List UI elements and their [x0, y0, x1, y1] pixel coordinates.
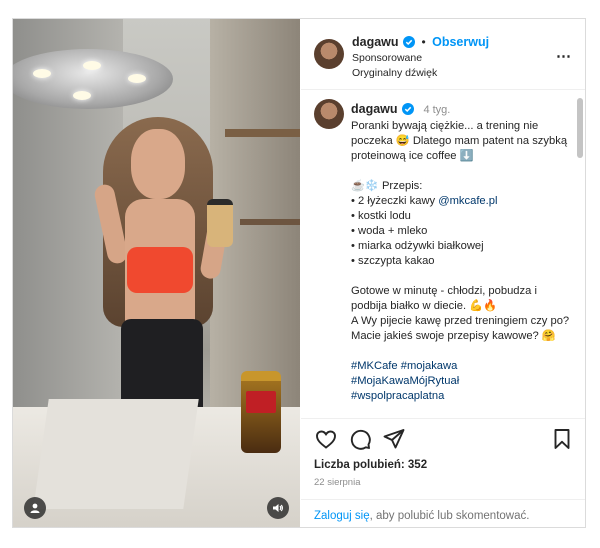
instagram-post: dagawu • Obserwuj Sponsorowane Oryginaln… [12, 18, 586, 528]
separator-dot: • [421, 35, 426, 49]
hashtag-link[interactable]: #MojaKawaMójRytuał [351, 374, 571, 389]
more-options-icon[interactable]: ⋯ [556, 47, 572, 65]
avatar[interactable] [314, 99, 344, 129]
verified-badge-icon [402, 102, 414, 120]
post-video[interactable] [13, 19, 300, 527]
hood-light [128, 74, 146, 83]
scrollbar[interactable] [577, 98, 583, 158]
bookmark-icon [554, 429, 570, 449]
ingredient-item: • woda + mleko [351, 225, 428, 237]
person-face [131, 129, 185, 199]
audio-icon [273, 504, 283, 512]
leggings [121, 319, 203, 409]
avatar[interactable] [314, 39, 344, 69]
kitchen-hood [13, 49, 173, 109]
header-title-row: dagawu • Obserwuj [352, 33, 489, 53]
caption-header: dagawu 4 tyg. [351, 100, 450, 120]
login-link[interactable]: Zaloguj się [314, 510, 370, 522]
post-side-panel: dagawu • Obserwuj Sponsorowane Oryginaln… [301, 19, 585, 527]
ingredient-item: • 2 łyżeczki kawy @mkcafe.pl [351, 194, 571, 209]
ingredient-item: • miarka odżywki białkowej [351, 240, 484, 252]
login-prompt: Zaloguj się, aby polubić lub skomentować… [301, 499, 585, 527]
audio-button[interactable] [267, 497, 289, 519]
action-bar [301, 419, 585, 459]
ingredient-item: • szczypta kakao [351, 255, 435, 267]
user-tags-button[interactable] [24, 497, 46, 519]
ingredient-text: • 2 łyżeczki kawy [351, 195, 439, 207]
recipe-title: ☕❄️ Przepis: [351, 180, 423, 192]
caption-scroll-area[interactable]: dagawu 4 tyg. Poranki bywają ciężkie... … [301, 90, 585, 419]
post-date: 22 sierpnia [314, 477, 361, 488]
sponsored-label: Sponsorowane [352, 52, 423, 64]
ingredient-item: • kostki lodu [351, 210, 411, 222]
coffee-jar-label [246, 391, 276, 413]
user-tags-icon [30, 503, 40, 513]
caption-intro: Poranki bywają ciężkie... a trening nie … [351, 120, 568, 162]
share-icon [383, 429, 405, 449]
shelf [240, 219, 300, 225]
caption-text: Poranki bywają ciężkie... a trening nie … [351, 119, 571, 404]
post-header: dagawu • Obserwuj Sponsorowane Oryginaln… [301, 19, 585, 90]
login-text: Zaloguj się, aby polubić lub skomentować… [314, 510, 529, 522]
comment-icon [350, 429, 371, 450]
post-time[interactable]: 4 tyg. [423, 104, 450, 116]
protein-shaker [207, 199, 233, 247]
hashtag-link[interactable]: #MKCafe #mojakawa [351, 359, 571, 374]
heart-icon [316, 430, 336, 449]
username-link[interactable]: dagawu [352, 35, 399, 49]
caption-paragraph: A Wy pijecie kawę przed treningiem czy p… [351, 315, 570, 342]
counter-board [33, 399, 199, 509]
sports-top [127, 247, 193, 293]
share-button[interactable] [382, 427, 406, 451]
likes-count[interactable]: Liczba polubień: 352 [314, 459, 427, 471]
hashtag-link[interactable]: #wspolpracaplatna [351, 389, 571, 404]
username-link[interactable]: dagawu [351, 102, 398, 116]
shelf [225, 129, 300, 137]
hood-light [83, 61, 101, 70]
login-rest: , aby polubić lub skomentować. [369, 510, 530, 522]
like-button[interactable] [314, 427, 338, 451]
hood-light [33, 69, 51, 78]
hood-light [73, 91, 91, 100]
verified-badge-icon [403, 35, 415, 53]
follow-button[interactable]: Obserwuj [432, 35, 489, 49]
audio-link[interactable]: Oryginalny dźwięk [352, 67, 437, 79]
caption-paragraph: Gotowe w minutę - chłodzi, pobudza i pod… [351, 285, 537, 312]
save-button[interactable] [550, 427, 574, 451]
comment-button[interactable] [348, 427, 372, 451]
mention-link[interactable]: @mkcafe.pl [438, 195, 497, 207]
